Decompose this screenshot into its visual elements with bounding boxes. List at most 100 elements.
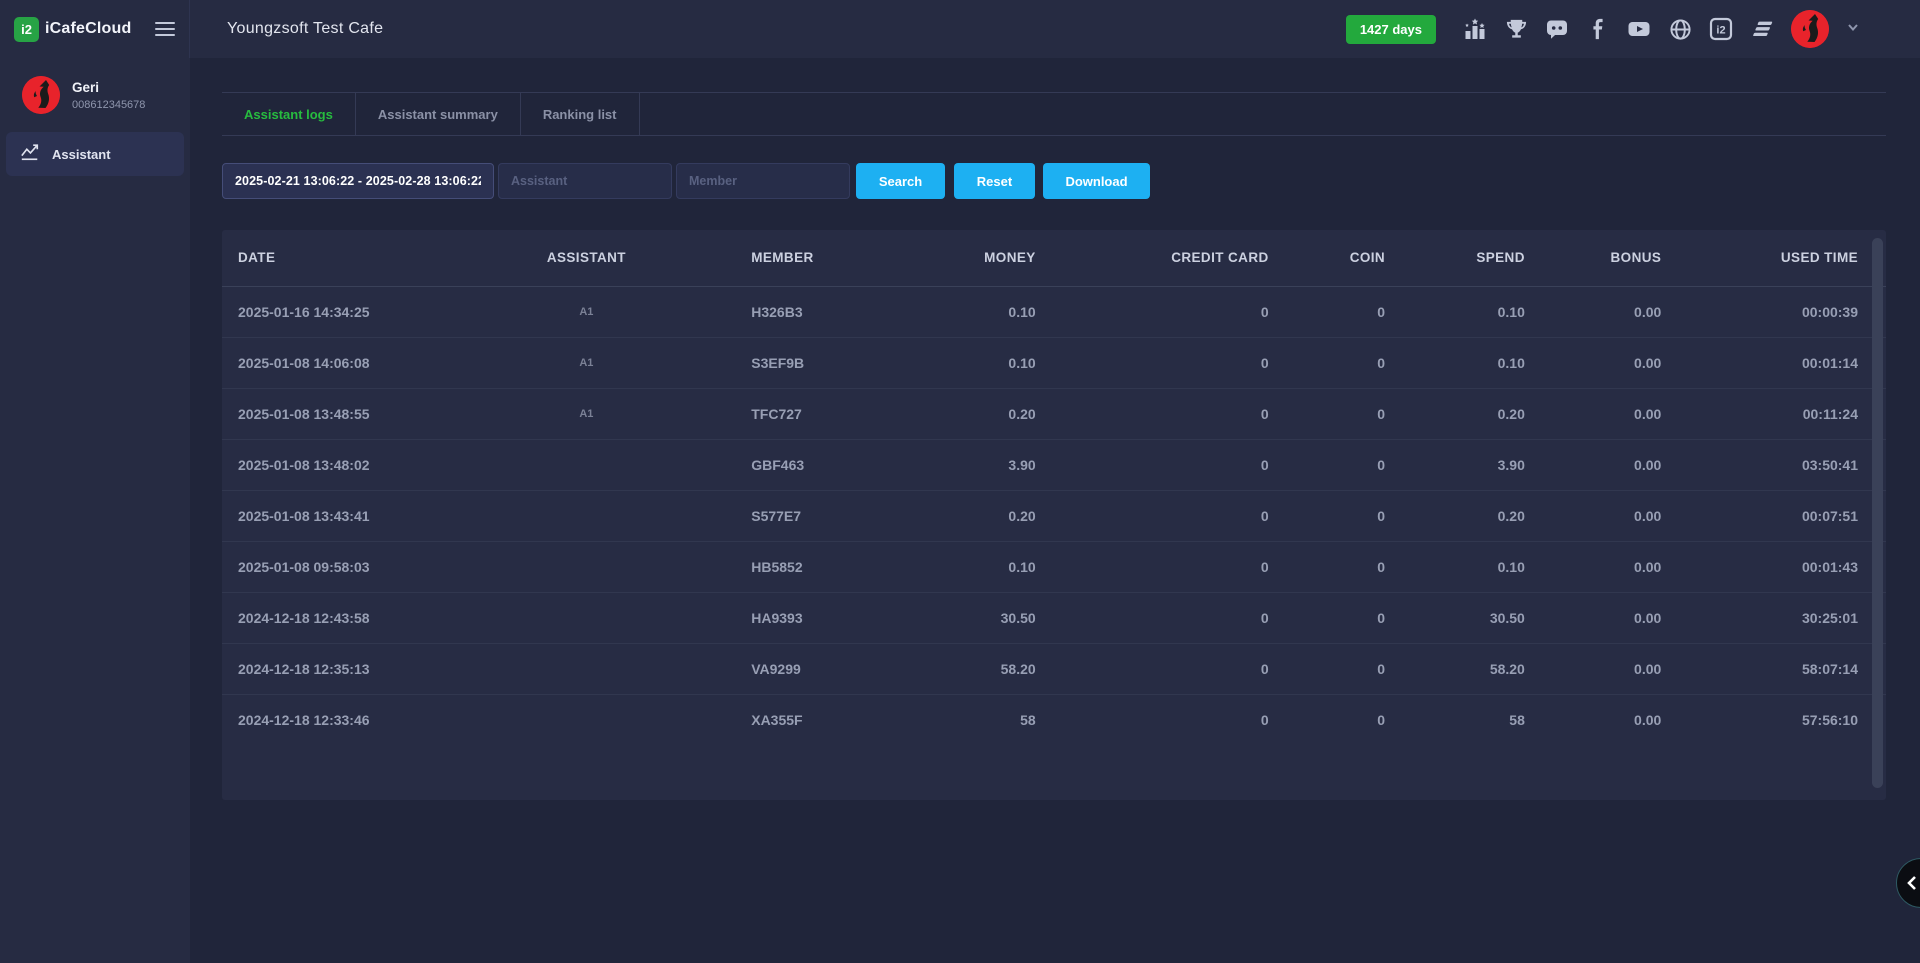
cell-assistant xyxy=(487,592,687,643)
col-header-credit-card: CREDIT CARD xyxy=(1036,230,1269,286)
cell-coin: 0 xyxy=(1269,490,1385,541)
col-header-date: DATE xyxy=(222,230,487,286)
download-button[interactable]: Download xyxy=(1043,163,1150,199)
cell-credit_card: 0 xyxy=(1036,643,1269,694)
table-header-row: DATE ASSISTANT MEMBER MONEY CREDIT CARD … xyxy=(222,230,1886,286)
cell-credit_card: 0 xyxy=(1036,388,1269,439)
table-row: 2025-01-08 09:58:03HB58520.10000.100.000… xyxy=(222,541,1886,592)
member-input[interactable] xyxy=(676,163,850,199)
cell-money: 0.20 xyxy=(861,388,1036,439)
cell-date: 2024-12-18 12:35:13 xyxy=(222,643,487,694)
cell-credit_card: 0 xyxy=(1036,592,1269,643)
cell-assistant: A1 xyxy=(487,388,687,439)
cell-date: 2025-01-08 13:43:41 xyxy=(222,490,487,541)
col-header-assistant: ASSISTANT xyxy=(487,230,687,286)
cell-money: 0.10 xyxy=(861,337,1036,388)
sidebar-item-assistant[interactable]: Assistant xyxy=(6,132,184,176)
cell-coin: 0 xyxy=(1269,286,1385,337)
cell-used_time: 58:07:14 xyxy=(1661,643,1886,694)
globe-icon[interactable] xyxy=(1668,17,1692,41)
hamburger-menu-icon[interactable] xyxy=(155,18,175,40)
col-header-spend: SPEND xyxy=(1385,230,1525,286)
chevron-down-icon[interactable] xyxy=(1846,20,1860,39)
cell-credit_card: 0 xyxy=(1036,439,1269,490)
filter-bar: Search Reset Download xyxy=(222,163,1886,199)
ranking-icon[interactable] xyxy=(1463,17,1487,41)
date-range-input[interactable] xyxy=(222,163,494,199)
logs-table-panel: DATE ASSISTANT MEMBER MONEY CREDIT CARD … xyxy=(222,230,1886,800)
cell-money: 58 xyxy=(861,694,1036,745)
cell-spend: 30.50 xyxy=(1385,592,1525,643)
cell-bonus: 0.00 xyxy=(1525,643,1661,694)
table-scrollbar-thumb[interactable] xyxy=(1872,238,1883,788)
icafecloud-logo-icon: i2 xyxy=(14,17,39,42)
cell-spend: 0.20 xyxy=(1385,490,1525,541)
cell-used_time: 00:01:43 xyxy=(1661,541,1886,592)
page-title: Youngzsoft Test Cafe xyxy=(227,20,383,38)
facebook-icon[interactable] xyxy=(1586,17,1610,41)
table-row: 2025-01-16 14:34:25A1H326B30.10000.100.0… xyxy=(222,286,1886,337)
reset-button[interactable]: Reset xyxy=(954,163,1035,199)
col-header-used-time: USED TIME xyxy=(1661,230,1886,286)
cell-bonus: 0.00 xyxy=(1525,286,1661,337)
sidebar-item-label: Assistant xyxy=(52,147,111,162)
cell-used_time: 00:11:24 xyxy=(1661,388,1886,439)
cell-assistant: A1 xyxy=(487,337,687,388)
table-body: 2025-01-16 14:34:25A1H326B30.10000.100.0… xyxy=(222,286,1886,745)
cell-spend: 0.10 xyxy=(1385,286,1525,337)
cell-coin: 0 xyxy=(1269,541,1385,592)
top-bar-actions: 1427 days xyxy=(1346,10,1860,48)
trophy-icon[interactable] xyxy=(1504,17,1528,41)
cell-credit_card: 0 xyxy=(1036,286,1269,337)
cell-bonus: 0.00 xyxy=(1525,490,1661,541)
tab-ranking-list[interactable]: Ranking list xyxy=(521,93,640,135)
cell-spend: 0.10 xyxy=(1385,337,1525,388)
cell-assistant xyxy=(487,439,687,490)
cell-money: 58.20 xyxy=(861,643,1036,694)
cell-bonus: 0.00 xyxy=(1525,337,1661,388)
tab-assistant-logs[interactable]: Assistant logs xyxy=(222,93,356,135)
cell-used_time: 00:01:14 xyxy=(1661,337,1886,388)
table-row: 2025-01-08 13:48:02GBF4633.90003.900.000… xyxy=(222,439,1886,490)
sidebar: Geri 008612345678 Assistant xyxy=(0,58,190,963)
cell-money: 30.50 xyxy=(861,592,1036,643)
cell-assistant: A1 xyxy=(487,286,687,337)
tab-assistant-summary[interactable]: Assistant summary xyxy=(356,93,521,135)
cell-bonus: 0.00 xyxy=(1525,388,1661,439)
cell-bonus: 0.00 xyxy=(1525,694,1661,745)
cell-money: 3.90 xyxy=(861,439,1036,490)
icafecloud-icon[interactable]: i2 xyxy=(1709,17,1733,41)
user-name: Geri xyxy=(72,80,145,95)
sidebar-nav: Assistant xyxy=(0,132,190,176)
themes-icon[interactable] xyxy=(1750,17,1774,41)
youtube-icon[interactable] xyxy=(1627,17,1651,41)
cell-coin: 0 xyxy=(1269,592,1385,643)
license-days-badge[interactable]: 1427 days xyxy=(1346,15,1436,44)
cell-money: 0.10 xyxy=(861,286,1036,337)
cell-date: 2025-01-08 14:06:08 xyxy=(222,337,487,388)
discord-icon[interactable] xyxy=(1545,17,1569,41)
cell-spend: 58.20 xyxy=(1385,643,1525,694)
cell-spend: 0.20 xyxy=(1385,388,1525,439)
cell-used_time: 00:00:39 xyxy=(1661,286,1886,337)
cell-bonus: 0.00 xyxy=(1525,439,1661,490)
cell-bonus: 0.00 xyxy=(1525,541,1661,592)
table-row: 2025-01-08 13:48:55A1TFC7270.20000.200.0… xyxy=(222,388,1886,439)
cell-date: 2025-01-08 13:48:02 xyxy=(222,439,487,490)
table-row: 2024-12-18 12:33:46XA355F5800580.0057:56… xyxy=(222,694,1886,745)
col-header-coin: COIN xyxy=(1269,230,1385,286)
user-avatar[interactable] xyxy=(1791,10,1829,48)
cell-money: 0.10 xyxy=(861,541,1036,592)
assistant-input[interactable] xyxy=(498,163,672,199)
sidebar-user-block: Geri 008612345678 xyxy=(0,58,190,130)
cell-assistant xyxy=(487,541,687,592)
search-button[interactable]: Search xyxy=(856,163,945,199)
cell-assistant xyxy=(487,694,687,745)
cell-date: 2024-12-18 12:43:58 xyxy=(222,592,487,643)
line-chart-icon xyxy=(20,142,40,167)
cell-used_time: 30:25:01 xyxy=(1661,592,1886,643)
col-header-money: MONEY xyxy=(861,230,1036,286)
user-id: 008612345678 xyxy=(72,99,145,111)
cell-spend: 58 xyxy=(1385,694,1525,745)
top-bar-main: Youngzsoft Test Cafe 1427 days xyxy=(190,0,1920,58)
